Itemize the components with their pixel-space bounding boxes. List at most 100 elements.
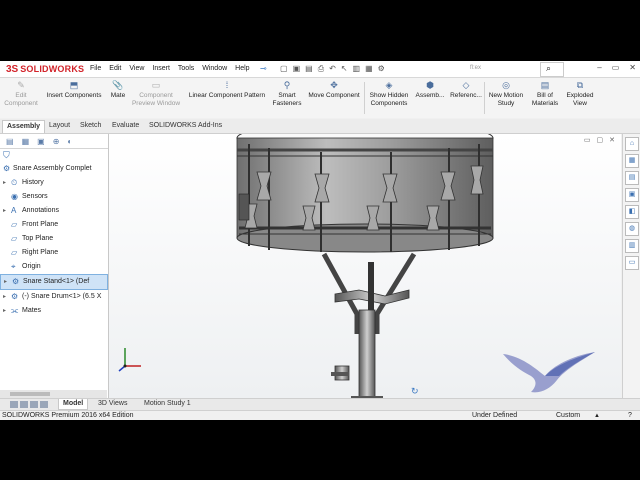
menu-help[interactable]: Help — [235, 65, 249, 72]
dimxpert-icon[interactable]: ⊕ — [53, 137, 60, 146]
forum-icon[interactable]: ▭ — [625, 256, 639, 270]
tab-evaluate[interactable]: Evaluate — [108, 120, 143, 132]
tree-item-annotations[interactable]: ▸ A Annotations — [0, 204, 108, 218]
view-palette-icon[interactable]: ◧ — [625, 205, 639, 219]
unit-dropdown-icon[interactable]: ▲ — [594, 411, 600, 420]
search-icon[interactable]: ⌕ — [546, 63, 551, 74]
property-manager-icon[interactable]: ▦ — [22, 137, 30, 146]
rebuild-icon[interactable]: ▥ — [353, 64, 361, 74]
reference-geometry-button[interactable]: ◇ Referenc... — [448, 80, 484, 100]
resources-icon[interactable]: ▦ — [625, 154, 639, 168]
select-icon[interactable]: ↖ — [341, 64, 348, 74]
insert-components-label: Insert Components — [46, 92, 102, 99]
plane-icon: ▱ — [11, 234, 18, 243]
menu-bar: File Edit View Insert Tools Window Help — [90, 65, 250, 72]
appearances-icon[interactable]: ◍ — [625, 222, 639, 236]
undo-icon[interactable]: ↶ — [329, 64, 336, 74]
component-preview-icon: ▭ — [151, 80, 161, 90]
tree-root-label: Snare Assembly Complet — [13, 165, 92, 172]
tab-model[interactable]: Model — [58, 399, 89, 410]
tree-item-sensors[interactable]: ◉ Sensors — [0, 190, 108, 204]
component-preview-button[interactable]: ▭ Component Preview Window — [130, 80, 182, 107]
prev-tab-icon[interactable] — [20, 401, 28, 408]
unit-system[interactable]: Custom — [556, 411, 580, 420]
print-icon[interactable]: ⎙ — [318, 64, 324, 74]
reference-geometry-icon: ◇ — [462, 80, 470, 90]
tree-item-front-plane[interactable]: ▱ Front Plane — [0, 218, 108, 232]
move-component-button[interactable]: ✥ Move Component — [304, 80, 364, 100]
edit-component-button[interactable]: ✎ Edit Component — [2, 80, 40, 107]
feature-manager-icon[interactable]: ▤ — [6, 137, 14, 146]
tab-sketch[interactable]: Sketch — [76, 120, 105, 132]
tree-item-snare-stand[interactable]: ▸ ⚙ Snare Stand<1> (Def — [0, 274, 108, 290]
open-icon[interactable]: ▣ — [293, 64, 301, 74]
display-manager-icon[interactable]: ◐ — [67, 137, 72, 146]
linear-pattern-button[interactable]: ⁞ Linear Component Pattern — [184, 80, 270, 100]
tab-3d-views[interactable]: 3D Views — [94, 399, 131, 409]
tab-layout[interactable]: Layout — [45, 120, 74, 132]
tree-root[interactable]: ⚙ Snare Assembly Complet — [0, 162, 108, 176]
new-motion-study-button[interactable]: ◎ New Motion Study — [486, 80, 526, 107]
tab-assembly[interactable]: Assembly — [2, 120, 46, 133]
expand-arrow[interactable]: ▸ — [3, 304, 6, 318]
tree-item-top-plane[interactable]: ▱ Top Plane — [0, 232, 108, 246]
expand-arrow[interactable]: ▸ — [3, 176, 6, 190]
mate-button[interactable]: 📎 Mate — [106, 80, 130, 100]
home-icon[interactable]: ⌂ — [625, 137, 639, 151]
search-box[interactable]: ⌕ — [540, 62, 564, 77]
first-tab-icon[interactable] — [10, 401, 18, 408]
bill-of-materials-button[interactable]: ▤ Bill of Materials — [528, 80, 562, 107]
assembly-features-button[interactable]: ⬢ Assemb... — [412, 80, 448, 100]
menu-insert[interactable]: Insert — [152, 65, 170, 72]
tree-item-origin[interactable]: ⌖ Origin — [0, 260, 108, 274]
file-properties-icon[interactable]: ▦ — [365, 64, 373, 74]
menu-window[interactable]: Window — [202, 65, 227, 72]
configuration-manager-icon[interactable]: ▣ — [37, 137, 45, 146]
tree-item-mates[interactable]: ▸ ⫘ Mates — [0, 304, 108, 318]
close-button[interactable]: ✕ — [629, 63, 636, 72]
minimize-button[interactable]: – — [597, 63, 601, 72]
filter-icon[interactable]: ⛉ — [3, 150, 10, 161]
last-tab-icon[interactable] — [40, 401, 48, 408]
tree-item-label: Front Plane — [22, 221, 59, 228]
reference-geometry-label: Referenc... — [450, 92, 482, 99]
next-tab-icon[interactable] — [30, 401, 38, 408]
exploded-view-button[interactable]: ⧉ Exploded View — [562, 80, 598, 107]
tree-item-right-plane[interactable]: ▱ Right Plane — [0, 246, 108, 260]
tab-addins[interactable]: SOLIDWORKS Add-Ins — [145, 120, 226, 132]
snare-drum[interactable] — [236, 134, 494, 253]
menu-file[interactable]: File — [90, 65, 101, 72]
custom-properties-icon[interactable]: ▥ — [625, 239, 639, 253]
mates-icon: ⫘ — [11, 306, 19, 315]
save-icon[interactable]: ▤ — [305, 64, 313, 74]
show-hidden-icon: ◈ — [385, 80, 393, 90]
file-explorer-icon[interactable]: ▣ — [625, 188, 639, 202]
menu-edit[interactable]: Edit — [109, 65, 121, 72]
snare-stand[interactable] — [321, 252, 417, 398]
panel-horizontal-scrollbar[interactable] — [0, 390, 107, 398]
restore-button[interactable]: ▭ — [612, 63, 620, 72]
smart-fasteners-button[interactable]: ⚲ Smart Fasteners — [270, 80, 304, 107]
tree-item-snare-drum[interactable]: ▸ ⚙ (-) Snare Drum<1> (6.5 X — [0, 290, 108, 304]
origin-icon: ⌖ — [11, 262, 16, 271]
expand-arrow[interactable]: ▸ — [3, 204, 6, 218]
menu-tools[interactable]: Tools — [178, 65, 194, 72]
rotate-view-icon[interactable]: ↻ — [411, 386, 419, 397]
help-button[interactable]: ? — [628, 411, 632, 420]
menu-view[interactable]: View — [129, 65, 144, 72]
expand-arrow[interactable]: ▸ — [4, 275, 7, 289]
new-document-icon[interactable]: ▢ — [280, 64, 288, 74]
graphics-area[interactable]: ⌕ ⌕ ↺ ◧ ◫ ▣ ◉ ◍ ◒ ▦ ▭ ▢ ✕ — [109, 134, 621, 398]
pin-icon[interactable]: ⊸ — [260, 64, 267, 73]
solidworks-window: 3S SOLIDWORKS File Edit View Insert Tool… — [0, 61, 640, 420]
insert-components-button[interactable]: ⬒ Insert Components — [42, 80, 106, 100]
tab-motion-study-1[interactable]: Motion Study 1 — [140, 399, 195, 409]
options-icon[interactable]: ⚙ — [378, 64, 385, 74]
design-library-icon[interactable]: ▤ — [625, 171, 639, 185]
brand-name: SOLIDWORKS — [20, 64, 85, 74]
scrollbar-thumb[interactable] — [10, 392, 50, 396]
show-hidden-button[interactable]: ◈ Show Hidden Components — [366, 80, 412, 107]
solidworks-logo[interactable]: 3S SOLIDWORKS — [6, 63, 84, 75]
expand-arrow[interactable]: ▸ — [3, 290, 6, 304]
tree-item-history[interactable]: ▸ ⏲ History — [0, 176, 108, 190]
